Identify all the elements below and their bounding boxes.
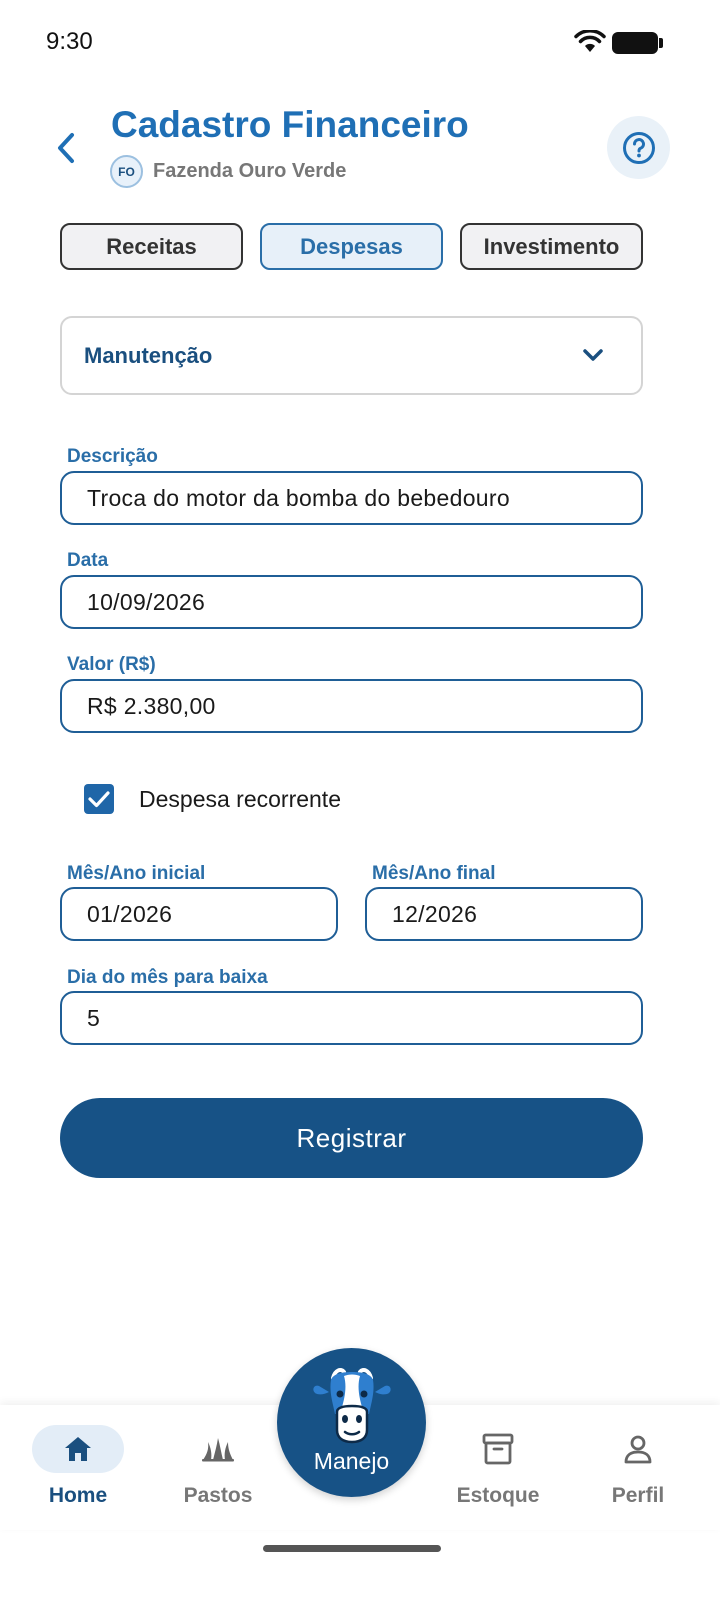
mes-final-label: Mês/Ano final bbox=[372, 863, 496, 884]
help-icon bbox=[622, 131, 655, 164]
tab-investimento[interactable]: Investimento bbox=[460, 223, 643, 270]
check-icon bbox=[88, 791, 110, 808]
status-time: 9:30 bbox=[46, 28, 93, 55]
farm-avatar: FO bbox=[110, 155, 143, 188]
valor-input[interactable]: R$ 2.380,00 bbox=[60, 679, 643, 733]
grass-icon bbox=[202, 1438, 234, 1462]
home-indicator bbox=[263, 1545, 441, 1552]
dia-baixa-input[interactable]: 5 bbox=[60, 991, 643, 1045]
nav-perfil[interactable]: Perfil bbox=[568, 1405, 708, 1530]
nav-home-icon-wrap bbox=[32, 1425, 124, 1473]
wifi-icon bbox=[574, 30, 606, 52]
page-title: Cadastro Financeiro bbox=[111, 104, 469, 145]
chevron-down-icon bbox=[583, 349, 603, 361]
back-button[interactable] bbox=[44, 124, 88, 172]
category-select[interactable]: Manutenção bbox=[60, 316, 643, 395]
person-icon bbox=[624, 1435, 652, 1464]
date-input[interactable]: 10/09/2026 bbox=[60, 575, 643, 629]
cow-icon bbox=[313, 1368, 391, 1444]
nav-home-label: Home bbox=[48, 1484, 108, 1507]
chevron-left-icon bbox=[58, 133, 74, 163]
valor-label: Valor (R$) bbox=[67, 654, 156, 675]
mes-inicial-input[interactable]: 01/2026 bbox=[60, 887, 338, 941]
manejo-button[interactable]: Manejo bbox=[277, 1348, 426, 1497]
tab-despesas[interactable]: Despesas bbox=[260, 223, 443, 270]
descricao-label: Descrição bbox=[67, 446, 158, 467]
mes-inicial-label: Mês/Ano inicial bbox=[67, 863, 206, 884]
battery-icon bbox=[612, 32, 663, 54]
nav-estoque-label: Estoque bbox=[456, 1484, 540, 1507]
manejo-label: Manejo bbox=[313, 1448, 390, 1474]
descricao-input[interactable]: Troca do motor da bomba do bebedouro bbox=[60, 471, 643, 525]
category-value: Manutenção bbox=[84, 343, 213, 368]
nav-pastos-label: Pastos bbox=[183, 1484, 253, 1507]
recurring-checkbox[interactable] bbox=[84, 784, 114, 814]
register-button[interactable]: Registrar bbox=[60, 1098, 643, 1178]
data-label: Data bbox=[67, 550, 109, 571]
archive-box-icon bbox=[482, 1433, 514, 1465]
status-bar: 9:30 bbox=[0, 0, 720, 86]
mes-final-input[interactable]: 12/2026 bbox=[365, 887, 643, 941]
help-button[interactable] bbox=[607, 116, 670, 179]
nav-perfil-icon-wrap bbox=[592, 1425, 684, 1473]
nav-home[interactable]: Home bbox=[8, 1405, 148, 1530]
tab-receitas[interactable]: Receitas bbox=[60, 223, 243, 270]
nav-estoque[interactable]: Estoque bbox=[428, 1405, 568, 1530]
nav-pastos-icon-wrap bbox=[172, 1425, 264, 1473]
nav-perfil-label: Perfil bbox=[611, 1484, 665, 1507]
recurring-checkbox-label[interactable]: Despesa recorrente bbox=[139, 786, 341, 813]
nav-pastos[interactable]: Pastos bbox=[148, 1405, 288, 1530]
farm-name: Fazenda Ouro Verde bbox=[153, 160, 347, 182]
nav-estoque-icon-wrap bbox=[452, 1425, 544, 1473]
dia-baixa-label: Dia do mês para baixa bbox=[67, 967, 268, 988]
home-icon bbox=[65, 1437, 91, 1461]
